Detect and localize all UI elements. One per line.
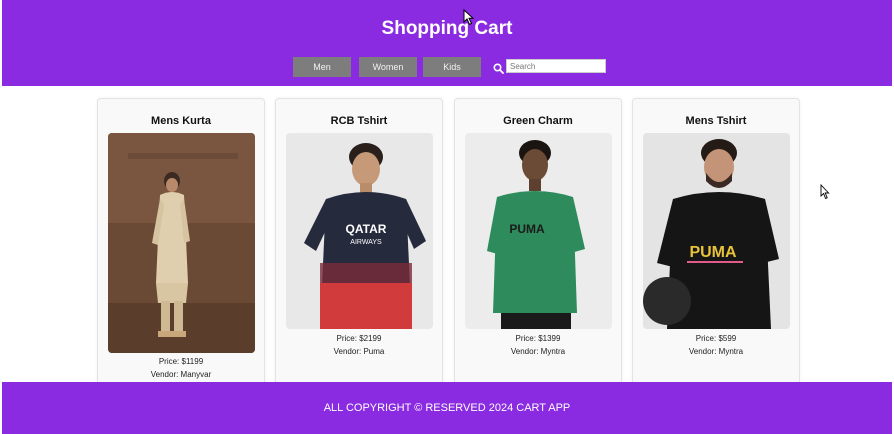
product-price: Price: $599: [695, 334, 737, 343]
product-name: Green Charm: [503, 115, 573, 127]
mouse-cursor-icon: [463, 9, 475, 26]
svg-text:PUMA: PUMA: [689, 244, 737, 261]
product-vendor: Vendor: Myntra: [688, 347, 744, 356]
footer-copyright: ALL COPYRIGHT © RESERVED 2024 CART APP: [323, 402, 571, 414]
product-vendor: Vendor: Puma: [333, 347, 385, 356]
page-title: Shopping Cart: [381, 18, 513, 39]
nav-button-women[interactable]: Women: [359, 57, 417, 77]
svg-text:AIRWAYS: AIRWAYS: [350, 239, 382, 246]
search-input[interactable]: [506, 59, 606, 73]
product-card[interactable]: Green Charm PUMA Price: $1399 Vendor: My…: [454, 98, 622, 400]
nav-button-kids[interactable]: Kids: [423, 57, 481, 77]
product-card[interactable]: Mens Tshirt PUMA Price: $599 Vendor: Myn…: [632, 98, 800, 400]
product-image[interactable]: [108, 133, 255, 353]
product-price: Price: $1399: [515, 334, 561, 343]
product-card[interactable]: Mens Kurta Price: $1199 Vendor: Manyvar: [97, 98, 265, 400]
product-image[interactable]: QATAR AIRWAYS: [286, 133, 433, 329]
product-name: RCB Tshirt: [330, 115, 388, 127]
svg-text:PUMA: PUMA: [509, 222, 545, 236]
header: Shopping Cart Men Women Kids: [2, 0, 892, 86]
search-icon[interactable]: [493, 61, 504, 74]
product-grid: Mens Kurta Price: $1199 Vendor: Manyvar …: [2, 86, 892, 400]
svg-text:QATAR: QATAR: [346, 222, 387, 236]
product-name: Mens Tshirt: [685, 115, 747, 127]
app-window: Shopping Cart Men Women Kids Mens Kurta: [2, 0, 892, 434]
product-vendor: Vendor: Manyvar: [150, 370, 212, 379]
product-price: Price: $2199: [336, 334, 382, 343]
product-card[interactable]: RCB Tshirt QATAR AIRWAYS Price: $2199 Ve…: [275, 98, 443, 400]
mouse-cursor-icon: [820, 184, 830, 200]
nav-button-men[interactable]: Men: [293, 57, 351, 77]
product-name: Mens Kurta: [151, 115, 211, 127]
product-image[interactable]: PUMA: [643, 133, 790, 329]
product-vendor: Vendor: Myntra: [510, 347, 566, 356]
footer: ALL COPYRIGHT © RESERVED 2024 CART APP: [2, 382, 892, 434]
product-image[interactable]: PUMA: [465, 133, 612, 329]
product-price: Price: $1199: [158, 357, 204, 366]
